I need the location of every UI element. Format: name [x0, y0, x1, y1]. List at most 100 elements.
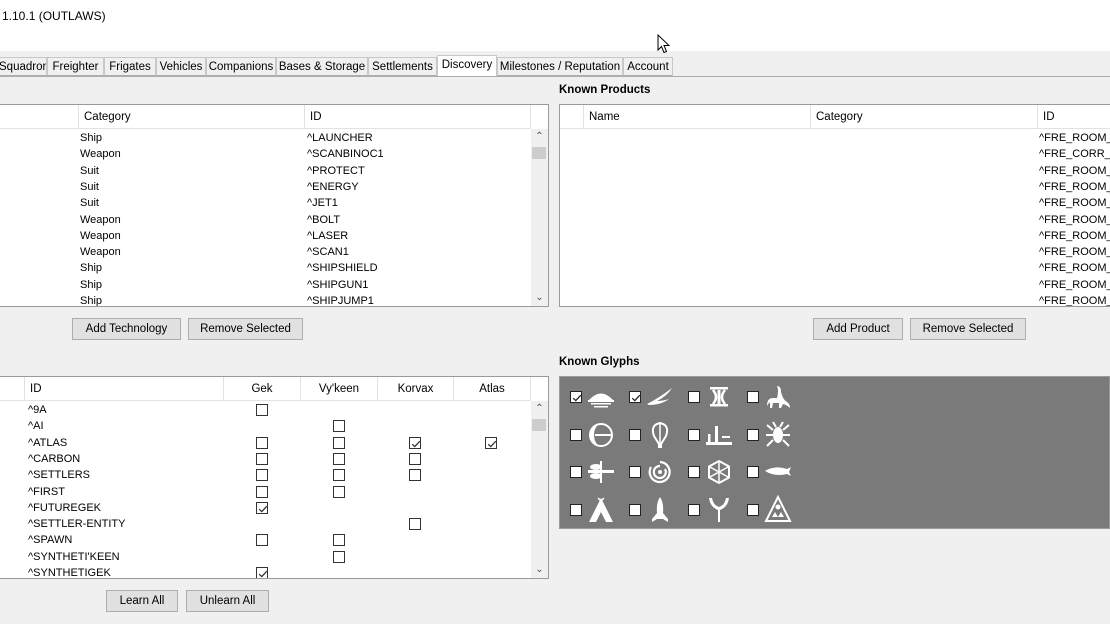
- face-glyph-icon[interactable]: [704, 382, 734, 412]
- products-header-id[interactable]: ID: [1038, 105, 1110, 129]
- tent-glyph-icon[interactable]: [586, 495, 616, 525]
- tech-header-category[interactable]: Category: [79, 105, 305, 129]
- tech-row-category[interactable]: Suit: [80, 179, 99, 195]
- glyph-checkbox[interactable]: [629, 391, 641, 403]
- word-gek-checkbox[interactable]: [256, 485, 268, 498]
- tech-row-id[interactable]: ^SHIPSHIELD: [307, 260, 378, 276]
- tech-row-id[interactable]: ^LAUNCHER: [307, 130, 373, 146]
- scroll-thumb[interactable]: [532, 419, 546, 431]
- word-row-id[interactable]: ^ATLAS: [28, 435, 67, 451]
- word-vykeen-checkbox[interactable]: [333, 452, 345, 465]
- tech-row-category[interactable]: Weapon: [80, 244, 121, 260]
- glyph-checkbox[interactable]: [688, 391, 700, 403]
- tech-row-id[interactable]: ^SHIPGUN1: [307, 277, 368, 293]
- word-korvax-checkbox[interactable]: [409, 469, 421, 482]
- word-row-id[interactable]: ^SYNTHETIGEK: [28, 565, 111, 578]
- bug-glyph-icon[interactable]: [763, 420, 793, 450]
- word-gek-checkbox[interactable]: [256, 501, 268, 514]
- glyph-checkbox[interactable]: [570, 428, 582, 441]
- word-atlas-checkbox[interactable]: [485, 436, 497, 449]
- word-gek-checkbox[interactable]: [256, 469, 268, 482]
- word-vykeen-checkbox[interactable]: [333, 485, 345, 498]
- product-row-id[interactable]: ^FRE_ROOM_S: [1039, 260, 1110, 276]
- remove-technology-button[interactable]: Remove Selected: [188, 318, 303, 340]
- unlearn-all-button[interactable]: Unlearn All: [186, 590, 269, 612]
- products-header-name[interactable]: Name: [584, 105, 811, 129]
- tech-row-id[interactable]: ^SCANBINOC1: [307, 146, 384, 162]
- words-header-korvax[interactable]: Korvax: [378, 377, 454, 401]
- word-gek-checkbox[interactable]: [256, 534, 268, 547]
- scroll-down-icon[interactable]: ⌄: [531, 562, 548, 578]
- glyph-checkbox[interactable]: [688, 466, 700, 478]
- tech-row-id[interactable]: ^PROTECT: [307, 163, 365, 179]
- product-row-id[interactable]: ^FRE_ROOM_S: [1039, 293, 1110, 306]
- galaxy-glyph-icon[interactable]: [645, 457, 675, 487]
- words-header-atlas[interactable]: Atlas: [454, 377, 531, 401]
- words-header-blank[interactable]: [0, 377, 25, 401]
- remove-product-button[interactable]: Remove Selected: [910, 318, 1026, 340]
- word-row-id[interactable]: ^SPAWN: [28, 532, 72, 548]
- tab-squadron[interactable]: Squadron: [0, 57, 47, 76]
- tech-row-category[interactable]: Weapon: [80, 146, 121, 162]
- products-header-blank[interactable]: [560, 105, 584, 129]
- dragonfly-glyph-icon[interactable]: [586, 457, 616, 487]
- word-korvax-checkbox[interactable]: [409, 518, 421, 531]
- add-product-button[interactable]: Add Product: [813, 318, 903, 340]
- tab-bases-storage[interactable]: Bases & Storage: [276, 57, 368, 76]
- tech-row-category[interactable]: Ship: [80, 277, 102, 293]
- product-row-id[interactable]: ^FRE_ROOM_I: [1039, 163, 1110, 179]
- tab-freighter[interactable]: Freighter: [47, 57, 104, 76]
- glyph-checkbox[interactable]: [747, 391, 759, 403]
- words-header-id[interactable]: ID: [25, 377, 224, 401]
- product-row-id[interactable]: ^FRE_ROOM_S: [1039, 212, 1110, 228]
- word-vykeen-checkbox[interactable]: [333, 420, 345, 433]
- word-row-id[interactable]: ^FIRST: [28, 484, 65, 500]
- word-row-id[interactable]: ^SYNTHETI'KEEN: [28, 549, 120, 565]
- words-scrollbar[interactable]: ⌃ ⌄: [531, 401, 548, 578]
- word-korvax-checkbox[interactable]: [409, 452, 421, 465]
- product-row-id[interactable]: ^FRE_ROOM_I: [1039, 179, 1110, 195]
- balloon-glyph-icon[interactable]: [645, 420, 675, 450]
- glyph-checkbox[interactable]: [570, 466, 582, 478]
- tech-scrollbar[interactable]: ⌃ ⌄: [531, 129, 548, 306]
- tech-row-category[interactable]: Ship: [80, 260, 102, 276]
- products-grid[interactable]: Name Category ID ^FRE_ROOM_I^FRE_CORR_A^…: [559, 104, 1110, 307]
- scroll-down-icon[interactable]: ⌄: [531, 290, 548, 306]
- tech-row-category[interactable]: Weapon: [80, 212, 121, 228]
- word-gek-checkbox[interactable]: [256, 404, 268, 416]
- glyph-checkbox[interactable]: [570, 503, 582, 516]
- word-vykeen-checkbox[interactable]: [333, 550, 345, 563]
- tab-discovery[interactable]: Discovery: [437, 55, 497, 77]
- words-header-gek[interactable]: Gek: [224, 377, 301, 401]
- atlas-glyph-icon[interactable]: [763, 494, 793, 525]
- glyph-checkbox[interactable]: [688, 503, 700, 516]
- scroll-thumb[interactable]: [532, 147, 546, 159]
- word-gek-checkbox[interactable]: [256, 567, 268, 578]
- glyph-checkbox[interactable]: [747, 466, 759, 478]
- word-gek-checkbox[interactable]: [256, 436, 268, 449]
- diplo-glyph-icon[interactable]: [763, 382, 793, 412]
- scroll-up-icon[interactable]: ⌃: [531, 129, 548, 145]
- words-header-vykeen[interactable]: Vy'keen: [301, 377, 378, 401]
- tab-companions[interactable]: Companions: [206, 57, 276, 76]
- glyph-checkbox[interactable]: [629, 466, 641, 478]
- learn-all-button[interactable]: Learn All: [106, 590, 178, 612]
- bird-glyph-icon[interactable]: [645, 382, 675, 412]
- product-row-id[interactable]: ^FRE_ROOM_S: [1039, 277, 1110, 293]
- technology-grid[interactable]: Category ID Ship ^LAUNCHER Weapon ^SCANBINO…: [0, 104, 549, 307]
- products-header-category[interactable]: Category: [811, 105, 1038, 129]
- product-row-id[interactable]: ^FRE_ROOM_S: [1039, 228, 1110, 244]
- product-row-id[interactable]: ^FRE_ROOM_S: [1039, 195, 1110, 211]
- words-grid[interactable]: ID Gek Vy'keen Korvax Atlas ^9A ^AI ^ATLAS…: [0, 376, 549, 579]
- glyph-checkbox[interactable]: [747, 503, 759, 516]
- word-row-id[interactable]: ^SETTLER-ENTITY: [28, 516, 125, 532]
- word-vykeen-checkbox[interactable]: [333, 469, 345, 482]
- tab-frigates[interactable]: Frigates: [104, 57, 156, 76]
- product-row-id[interactable]: ^FRE_ROOM_I: [1039, 130, 1110, 146]
- scroll-up-icon[interactable]: ⌃: [531, 401, 548, 417]
- word-korvax-checkbox[interactable]: [409, 436, 421, 449]
- word-vykeen-checkbox[interactable]: [333, 436, 345, 449]
- tab-account[interactable]: Account: [623, 57, 673, 76]
- word-row-id[interactable]: ^AI: [28, 418, 44, 434]
- tech-header-name[interactable]: [0, 105, 79, 129]
